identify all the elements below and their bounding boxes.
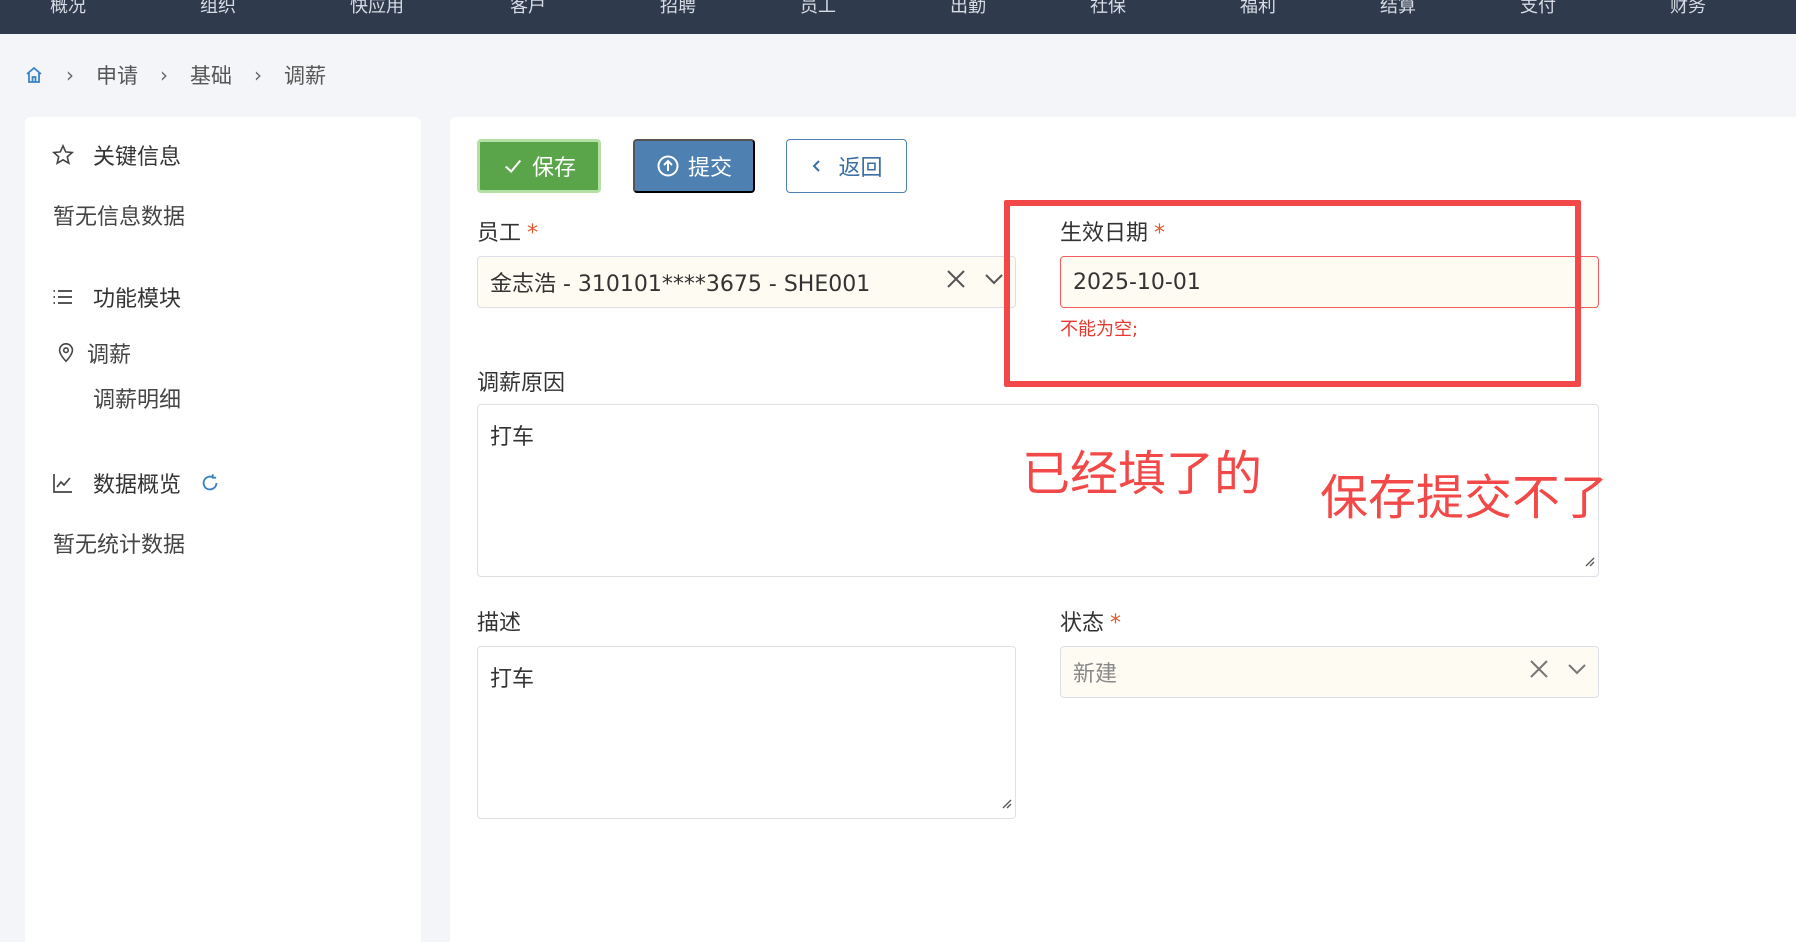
nav-item-payment[interactable]: 支付 [1520,0,1556,17]
chevron-right-icon: › [160,63,168,87]
star-icon [51,143,79,167]
sidebar-item-salary-adjust[interactable]: 调薪 [55,337,131,369]
back-button[interactable]: 返回 [786,139,907,193]
breadcrumb-item-apply[interactable]: 申请 [96,60,138,90]
annotation-note-filled: 已经填了的 [1022,446,1263,502]
employee-select[interactable]: 金志浩 - 310101****3675 - SHE001 [477,256,1016,308]
nav-item-social-security[interactable]: 社保 [1090,0,1126,17]
chevron-right-icon: › [254,63,262,87]
reason-label: 调薪原因 [477,371,566,396]
resize-handle-icon[interactable] [1583,548,1595,573]
key-info-header: 关键信息 [51,139,181,171]
modules-title: 功能模块 [93,287,182,312]
description-textarea[interactable]: 打车 [477,646,1016,819]
employee-select-value: 金志浩 - 310101****3675 - SHE001 [490,272,871,297]
upload-circle-icon [656,154,680,178]
location-pin-icon [55,342,77,364]
refresh-icon[interactable] [199,472,221,494]
overview-title: 数据概览 [93,473,182,498]
sidebar-subitem-salary-detail[interactable]: 调薪明细 [93,382,181,414]
resize-handle-icon[interactable] [1000,790,1012,815]
clear-icon[interactable] [945,268,967,296]
trend-chart-icon [51,471,79,495]
employee-label: 员工 * [477,221,539,246]
description-value: 打车 [490,667,535,692]
breadcrumb-item-salary-adjust: 调薪 [284,64,326,88]
chevron-down-icon[interactable] [1566,658,1588,686]
overview-empty-text: 暂无统计数据 [53,533,186,558]
key-info-title: 关键信息 [93,145,182,170]
overview-header: 数据概览 [51,467,221,499]
home-icon[interactable] [24,65,44,85]
breadcrumb: › 申请 › 基础 › 调薪 [24,60,326,90]
modules-header: 功能模块 [51,281,181,313]
status-select[interactable]: 新建 [1060,646,1599,698]
nav-item-finance[interactable]: 财务 [1670,0,1706,17]
breadcrumb-item-basic[interactable]: 基础 [190,60,232,90]
top-navigation-bar: 概况 组织 快应用 客户 招聘 员工 出勤 社保 福利 结算 支付 财务 [0,0,1796,34]
chevron-down-icon[interactable] [983,268,1005,296]
nav-item-employees[interactable]: 员工 [800,0,836,17]
clear-icon[interactable] [1528,658,1550,686]
nav-item-attendance[interactable]: 出勤 [950,0,986,17]
chevron-left-icon [810,159,824,173]
description-label: 描述 [477,611,522,636]
save-button[interactable]: 保存 [477,139,601,193]
nav-item-customers[interactable]: 客户 [510,0,546,17]
nav-item-settlement[interactable]: 结算 [1380,0,1416,17]
list-icon [51,285,79,309]
submit-button[interactable]: 提交 [633,139,755,193]
annotation-note-cannot-save: 保存提交不了 [1320,470,1609,526]
nav-item-quick-apps[interactable]: 快应用 [350,0,404,17]
reason-value: 打车 [490,425,535,450]
chevron-right-icon: › [66,63,74,87]
status-label: 状态 * [1060,611,1122,636]
nav-item-benefits[interactable]: 福利 [1240,0,1276,17]
status-select-value: 新建 [1073,662,1118,687]
nav-item-recruiting[interactable]: 招聘 [660,0,696,17]
annotation-highlight-box [1004,200,1581,387]
check-icon [502,155,524,177]
nav-item-overview[interactable]: 概况 [50,0,86,17]
nav-item-organization[interactable]: 组织 [200,0,236,17]
sidebar-item-label: 调薪 [87,343,132,368]
key-info-empty-text: 暂无信息数据 [53,205,186,230]
left-sidebar: 关键信息 暂无信息数据 功能模块 调薪 调薪明细 数据概览 暂无统计数据 [25,117,421,942]
